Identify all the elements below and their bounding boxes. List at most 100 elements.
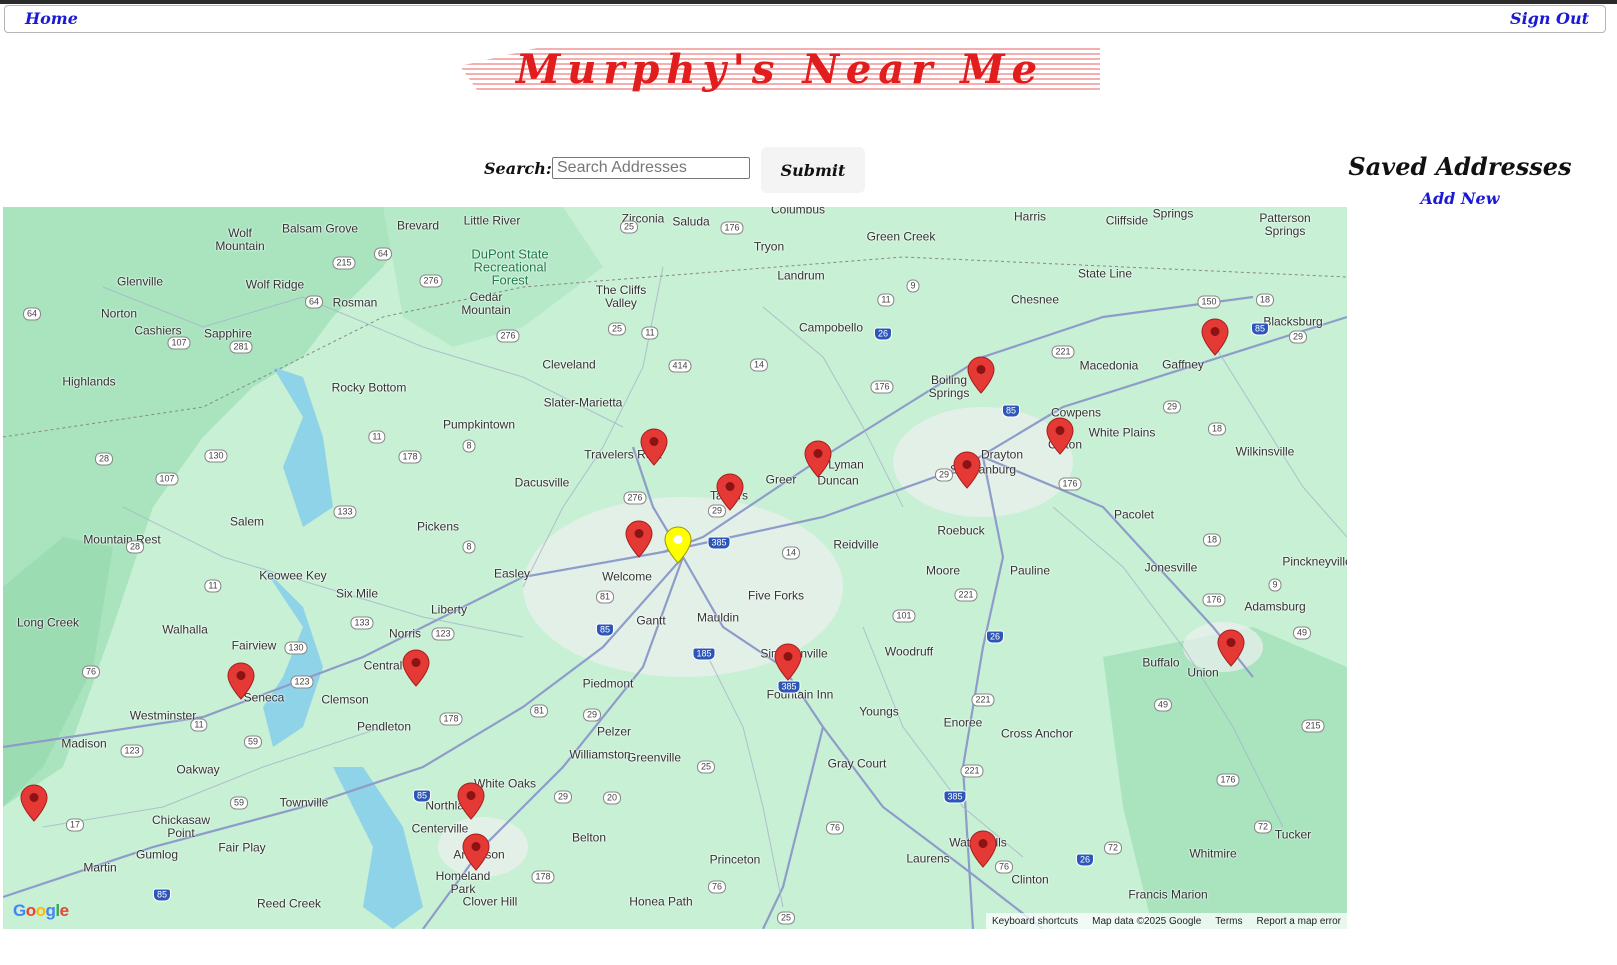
place-label: White Plains (1088, 425, 1156, 440)
route-shield: 29 (582, 708, 602, 722)
route-shield: 85 (1250, 322, 1270, 336)
route-shield: 176 (1058, 477, 1082, 491)
saved-address-pin[interactable] (402, 649, 430, 687)
place-label: Centerville (411, 821, 469, 836)
place-label: Pauline (1009, 563, 1051, 578)
place-label: Green Creek (866, 229, 936, 244)
route-shield: 11 (190, 718, 208, 732)
home-link[interactable]: Home (25, 9, 78, 28)
add-new-link[interactable]: Add New (1421, 189, 1500, 208)
route-shield: 72 (1103, 841, 1123, 855)
saved-address-pin[interactable] (1201, 318, 1229, 356)
saved-address-pin[interactable] (774, 643, 802, 681)
route-shield: 176 (1202, 593, 1226, 607)
place-label: Gantt (636, 613, 666, 628)
place-label: Adamsburg (1244, 599, 1306, 614)
place-label: Springs (1152, 207, 1194, 221)
route-shield: 28 (94, 452, 114, 466)
route-shield: 29 (934, 468, 954, 482)
brand-title: Murphy's Near Me (515, 46, 1045, 93)
brand-logo: Murphy's Near Me (460, 46, 1100, 93)
route-shield: 281 (229, 340, 253, 354)
place-label: Greenville (626, 750, 682, 765)
saved-address-pin[interactable] (953, 451, 981, 489)
place-label: Westminster (129, 708, 197, 723)
place-label: Walhalla (162, 622, 208, 637)
saved-address-pin[interactable] (625, 520, 653, 558)
saved-address-pin[interactable] (20, 784, 48, 822)
terms-link[interactable]: Terms (1215, 916, 1242, 927)
place-label: Cleveland (542, 357, 596, 372)
saved-address-pin[interactable] (1217, 629, 1245, 667)
saved-address-pin[interactable] (1046, 417, 1074, 455)
route-shield: 64 (22, 307, 42, 321)
route-shield: 9 (1268, 578, 1282, 592)
sign-out-link[interactable]: Sign Out (1510, 9, 1589, 28)
place-label: Norton (100, 306, 138, 321)
saved-address-pin[interactable] (967, 356, 995, 394)
place-label: Salem (229, 514, 265, 529)
route-shield: 59 (229, 796, 249, 810)
place-label: Dacusville (514, 475, 570, 490)
route-shield: 11 (877, 293, 895, 307)
place-label: Campobello (798, 320, 864, 335)
route-shield: 17 (65, 818, 85, 832)
route-shield: 385 (943, 790, 967, 804)
route-shield: 25 (696, 760, 716, 774)
route-shield: 14 (749, 358, 769, 372)
saved-address-pin[interactable] (804, 440, 832, 478)
route-shield: 76 (994, 860, 1014, 874)
place-label: Saluda (672, 214, 710, 229)
place-label: Landrum (777, 268, 825, 283)
place-label: Clover Hill (462, 894, 518, 909)
saved-address-pin[interactable] (969, 830, 997, 868)
route-shield: 11 (641, 326, 659, 340)
saved-addresses-panel: Saved Addresses Add New (1340, 152, 1580, 208)
place-label: Little River (463, 213, 521, 228)
route-shield: 28 (125, 540, 145, 554)
place-label: Macedonia (1079, 358, 1139, 373)
saved-address-pin[interactable] (716, 473, 744, 511)
search-input[interactable] (552, 157, 750, 179)
place-label: DuPont State Recreational Forest (471, 246, 549, 288)
place-label: Youngs (859, 704, 899, 719)
place-label: Mauldin (696, 610, 740, 625)
current-location-pin[interactable] (664, 526, 692, 564)
top-border (0, 0, 1617, 4)
route-shield: 221 (1051, 345, 1075, 359)
place-label: Woodruff (884, 644, 934, 659)
route-shield: 29 (553, 790, 573, 804)
place-label: Fountain Inn (766, 687, 834, 702)
place-label: Rocky Bottom (331, 380, 407, 395)
route-shield: 276 (623, 491, 647, 505)
map-data-credit: Map data ©2025 Google (1092, 915, 1202, 927)
saved-address-pin[interactable] (640, 428, 668, 466)
route-shield: 221 (954, 588, 978, 602)
route-shield: 85 (595, 623, 615, 637)
place-label: Pinckneyville (1282, 554, 1347, 569)
route-shield: 221 (960, 764, 984, 778)
submit-button[interactable]: Submit (761, 147, 865, 193)
route-shield: 276 (496, 329, 520, 343)
saved-addresses-title: Saved Addresses (1348, 152, 1572, 181)
route-shield: 215 (1301, 719, 1325, 733)
route-shield: 8 (462, 540, 476, 554)
place-label: Norris (389, 626, 421, 641)
map-view[interactable]: Zirconia Saluda Columbus Harris Cliffside Spr… (3, 207, 1347, 929)
keyboard-shortcuts-link[interactable]: Keyboard shortcuts (992, 916, 1078, 927)
route-shield: 133 (333, 505, 357, 519)
route-shield: 123 (431, 627, 455, 641)
route-shield: 76 (825, 821, 845, 835)
place-label: Six Mile (335, 586, 379, 601)
saved-address-pin[interactable] (457, 782, 485, 820)
saved-address-pin[interactable] (462, 833, 490, 871)
place-label: Madison (61, 736, 107, 751)
route-shield: 123 (120, 744, 144, 758)
google-logo: Google (13, 901, 69, 920)
route-shield: 107 (155, 472, 179, 486)
saved-address-pin[interactable] (227, 662, 255, 700)
place-label: Gray Court (827, 756, 887, 771)
place-label: Liberty (430, 602, 468, 617)
report-map-error-link[interactable]: Report a map error (1257, 916, 1341, 927)
place-label: Long Creek (16, 615, 80, 630)
